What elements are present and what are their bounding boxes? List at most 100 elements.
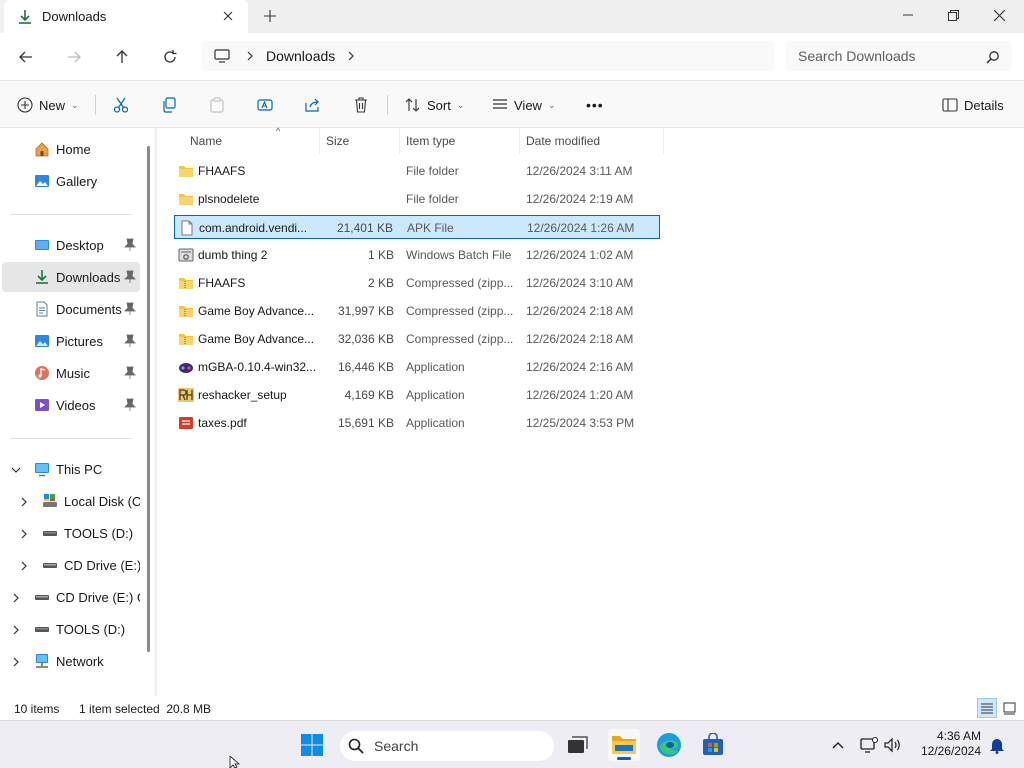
volume-button[interactable] — [883, 735, 903, 755]
file-row[interactable]: reshacker_setup 4,169 KB Application 12/… — [174, 383, 660, 407]
show-hidden-icons-button[interactable] — [828, 735, 848, 755]
sidebar-item-pictures[interactable]: Pictures — [2, 326, 140, 356]
breadcrumb-downloads[interactable]: Downloads — [266, 48, 335, 64]
refresh-button[interactable] — [158, 45, 182, 69]
file-row[interactable]: taxes.pdf 15,691 KB Application 12/25/20… — [174, 411, 660, 435]
edge-taskbar-button[interactable] — [653, 729, 685, 761]
taskbar-search-label: Search — [374, 738, 419, 754]
taskbar-search[interactable]: Search — [340, 731, 554, 761]
chevron-right-icon[interactable] — [246, 51, 254, 61]
column-header-type[interactable]: Item type — [400, 128, 520, 154]
divider — [10, 214, 132, 215]
chevron-up-icon — [832, 742, 844, 749]
sidebar-item-music[interactable]: Music — [2, 358, 140, 388]
file-row[interactable]: dumb thing 2 1 KB Windows Batch File 12/… — [174, 243, 660, 267]
rename-button[interactable] — [257, 93, 273, 117]
new-tab-button[interactable] — [262, 8, 278, 24]
sidebar-item-cd-drive-e-root[interactable]: CD Drive (E:) GP — [2, 582, 140, 612]
zip-folder-icon — [179, 306, 193, 317]
share-button[interactable] — [305, 93, 321, 117]
view-button[interactable]: View ⌄ — [492, 93, 556, 117]
taskbar-clock[interactable]: 4:36 AM 12/26/2024 — [915, 729, 981, 759]
pin-icon[interactable] — [124, 238, 136, 252]
column-header-size[interactable]: Size — [320, 128, 400, 154]
close-tab-icon[interactable] — [220, 8, 236, 24]
copy-button[interactable] — [161, 93, 177, 117]
edge-icon — [657, 733, 681, 757]
pin-icon[interactable] — [124, 302, 136, 316]
sidebar-item-cd-drive-e[interactable]: CD Drive (E:) G — [2, 550, 140, 580]
pin-icon[interactable] — [124, 398, 136, 412]
download-icon — [19, 9, 31, 24]
network-monitor-icon — [860, 737, 878, 753]
sort-button[interactable]: Sort ⌄ — [405, 93, 464, 117]
new-button[interactable]: New ⌄ — [17, 93, 79, 117]
tab-title: Downloads — [42, 9, 107, 24]
details-view-icon — [981, 703, 993, 714]
sidebar-item-documents[interactable]: Documents — [2, 294, 140, 324]
delete-button[interactable] — [353, 93, 369, 117]
sidebar-item-downloads[interactable]: Downloads — [2, 262, 140, 292]
file-row[interactable]: mGBA-0.10.4-win32... 16,446 KB Applicati… — [174, 355, 660, 379]
cd-drive-icon — [43, 563, 57, 568]
pin-icon[interactable] — [124, 334, 136, 348]
sort-ascending-icon: ^ — [276, 126, 281, 136]
tiles-view-button[interactable] — [999, 698, 1019, 718]
start-button[interactable] — [296, 729, 328, 761]
more-options-button[interactable]: ••• — [586, 93, 604, 117]
task-view-button[interactable] — [562, 729, 594, 761]
tab-downloads[interactable]: Downloads — [4, 0, 248, 33]
file-row[interactable]: FHAAFS File folder 12/26/2024 3:11 AM — [174, 159, 660, 183]
search-input[interactable] — [786, 41, 1012, 71]
details-label: Details — [964, 97, 1004, 113]
close-button[interactable] — [984, 4, 1014, 26]
reshacker-app-icon — [178, 388, 194, 402]
drive-icon — [43, 531, 57, 536]
arrow-left-icon — [19, 51, 32, 63]
sidebar-item-tools-d[interactable]: TOOLS (D:) — [2, 518, 140, 548]
file-row[interactable]: plsnodelete File folder 12/26/2024 2:19 … — [174, 187, 660, 211]
sidebar-item-tools-d-root[interactable]: TOOLS (D:) — [2, 614, 140, 644]
sidebar-item-videos[interactable]: Videos — [2, 390, 140, 420]
chevron-down-icon: ⌄ — [71, 99, 79, 110]
file-row-selected[interactable]: com.android.vendi... 21,401 KB APK File … — [174, 215, 660, 239]
sidebar-item-this-pc[interactable]: This PC — [2, 454, 140, 484]
back-button[interactable] — [14, 45, 38, 69]
sidebar-item-desktop[interactable]: Desktop — [2, 230, 140, 260]
sidebar-item-gallery[interactable]: Gallery — [2, 166, 140, 196]
details-pane-button[interactable]: Details — [942, 93, 1004, 117]
clock-date: 12/26/2024 — [920, 744, 981, 758]
file-explorer-taskbar-button[interactable] — [608, 729, 640, 761]
details-view-button[interactable] — [977, 698, 997, 718]
chevron-right-icon[interactable] — [347, 51, 355, 61]
maximize-button[interactable] — [938, 4, 968, 26]
minimize-button[interactable] — [893, 4, 923, 26]
file-row[interactable]: Game Boy Advance... 31,997 KB Compressed… — [174, 299, 660, 323]
network-status-icon[interactable] — [859, 735, 879, 755]
download-icon — [36, 270, 48, 284]
chevron-down-icon: ⌄ — [547, 99, 556, 110]
column-header-date[interactable]: Date modified — [520, 128, 664, 154]
forward-button[interactable] — [62, 45, 86, 69]
home-icon — [35, 142, 49, 157]
store-taskbar-button[interactable] — [697, 729, 729, 761]
share-icon — [305, 98, 319, 112]
this-pc-icon — [35, 463, 49, 477]
search-icon[interactable] — [986, 50, 1000, 64]
address-bar[interactable]: Downloads — [202, 41, 774, 71]
sidebar-item-network[interactable]: Network — [2, 646, 140, 676]
restore-icon — [947, 9, 959, 21]
column-header-name[interactable]: Name ^ — [184, 126, 320, 154]
pin-icon[interactable] — [124, 270, 136, 284]
pin-icon[interactable] — [124, 366, 136, 380]
file-row[interactable]: Game Boy Advance... 32,036 KB Compressed… — [174, 327, 660, 351]
search-icon — [348, 738, 364, 754]
up-button[interactable] — [110, 45, 134, 69]
paste-button[interactable] — [209, 93, 225, 117]
file-row[interactable]: FHAAFS 2 KB Compressed (zipp... 12/26/20… — [174, 271, 660, 295]
sidebar-item-local-disk-c[interactable]: Local Disk (C:) — [2, 486, 140, 516]
notifications-button[interactable] — [987, 735, 1007, 755]
sidebar-scrollbar[interactable] — [147, 146, 150, 652]
cut-button[interactable] — [113, 93, 129, 117]
sidebar-item-home[interactable]: Home — [2, 134, 140, 164]
